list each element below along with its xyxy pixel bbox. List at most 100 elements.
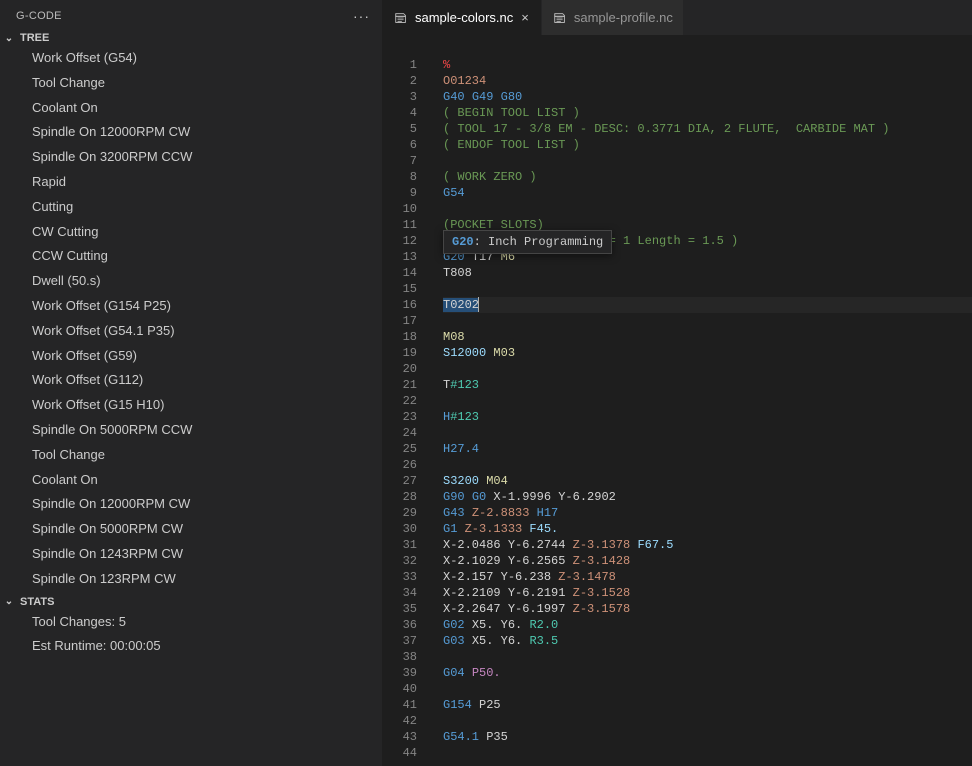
code-line[interactable]: G154 P25 [443, 697, 972, 713]
code-line[interactable] [443, 745, 972, 761]
code-line[interactable]: G03 X5. Y6. R3.5 [443, 633, 972, 649]
code-line[interactable] [443, 201, 972, 217]
code-line[interactable] [443, 649, 972, 665]
code-line[interactable]: S3200 M04 [443, 473, 972, 489]
code-line[interactable]: S12000 M03 [443, 345, 972, 361]
code-line[interactable]: G90 G0 X-1.9996 Y-6.2902 [443, 489, 972, 505]
tree-item[interactable]: Spindle On 12000RPM CW [0, 492, 382, 517]
code-line[interactable] [443, 425, 972, 441]
code-line[interactable]: G54.1 P35 [443, 729, 972, 745]
line-number: 30 [383, 521, 431, 537]
tree-item[interactable]: Spindle On 1243RPM CW [0, 542, 382, 567]
tree-item[interactable]: CW Cutting [0, 220, 382, 245]
line-number: 19 [383, 345, 431, 361]
code-line[interactable]: G20: Inch Programming( T808 5 EM : Diame… [443, 233, 972, 249]
code-line[interactable] [443, 281, 972, 297]
tree-item[interactable]: Spindle On 12000RPM CW [0, 120, 382, 145]
stat-item[interactable]: Est Runtime: 00:00:05 [0, 634, 382, 659]
stats-section-header[interactable]: ⌄ STATS [0, 594, 382, 610]
code-line[interactable]: ( TOOL 17 - 3/8 EM - DESC: 0.3771 DIA, 2… [443, 121, 972, 137]
code-line[interactable] [443, 393, 972, 409]
line-number: 15 [383, 281, 431, 297]
tree-items: Work Offset (G54)Tool ChangeCoolant OnSp… [0, 46, 382, 594]
code-line[interactable]: O01234 [443, 73, 972, 89]
tree-item[interactable]: Coolant On [0, 96, 382, 121]
tree-item[interactable]: Spindle On 5000RPM CW [0, 517, 382, 542]
code-line[interactable]: ( ENDOF TOOL LIST ) [443, 137, 972, 153]
code[interactable]: %O01234G40 G49 G80( BEGIN TOOL LIST )( T… [431, 57, 972, 766]
code-line[interactable]: H27.4 [443, 441, 972, 457]
line-number: 14 [383, 265, 431, 281]
tree-item[interactable]: Dwell (50.s) [0, 269, 382, 294]
code-line[interactable]: G54 [443, 185, 972, 201]
code-line[interactable]: ( BEGIN TOOL LIST ) [443, 105, 972, 121]
line-number: 7 [383, 153, 431, 169]
more-actions-icon[interactable]: ··· [353, 8, 370, 24]
line-number: 34 [383, 585, 431, 601]
code-line[interactable]: G1 Z-3.1333 F45. [443, 521, 972, 537]
tab[interactable]: sample-profile.nc [542, 0, 684, 35]
line-number: 4 [383, 105, 431, 121]
file-icon [393, 10, 409, 26]
code-container[interactable]: 1234567891011121314151617181920212223242… [383, 57, 972, 766]
code-line[interactable]: X-2.2647 Y-6.1997 Z-3.1578 [443, 601, 972, 617]
code-line[interactable] [443, 153, 972, 169]
code-line[interactable]: ( WORK ZERO ) [443, 169, 972, 185]
code-line[interactable]: M08 [443, 329, 972, 345]
code-line[interactable]: X-2.2109 Y-6.2191 Z-3.1528 [443, 585, 972, 601]
code-line[interactable]: X-2.0486 Y-6.2744 Z-3.1378 F67.5 [443, 537, 972, 553]
tabs: sample-colors.nc × sample-profile.nc [383, 0, 972, 35]
line-number: 8 [383, 169, 431, 185]
code-line[interactable]: G02 X5. Y6. R2.0 [443, 617, 972, 633]
sidebar-title: G-CODE [16, 10, 62, 22]
tree-item[interactable]: Coolant On [0, 468, 382, 493]
close-icon[interactable]: × [519, 10, 531, 25]
code-line[interactable] [443, 313, 972, 329]
code-line[interactable] [443, 457, 972, 473]
code-line[interactable]: T808 [443, 265, 972, 281]
line-number: 3 [383, 89, 431, 105]
line-number: 21 [383, 377, 431, 393]
tree-item[interactable]: Work Offset (G15 H10) [0, 393, 382, 418]
code-line[interactable]: G43 Z-2.8833 H17 [443, 505, 972, 521]
tree-item[interactable]: Work Offset (G54.1 P35) [0, 319, 382, 344]
tab-label: sample-colors.nc [415, 10, 513, 25]
code-line[interactable]: T0202 [443, 297, 972, 313]
line-number: 35 [383, 601, 431, 617]
tree-section-header[interactable]: ⌄ TREE [0, 30, 382, 46]
tree-item[interactable]: CCW Cutting [0, 244, 382, 269]
code-line[interactable] [443, 361, 972, 377]
tree-item[interactable]: Work Offset (G59) [0, 344, 382, 369]
code-line[interactable]: H#123 [443, 409, 972, 425]
line-number: 10 [383, 201, 431, 217]
tree-item[interactable]: Work Offset (G154 P25) [0, 294, 382, 319]
tree-item[interactable]: Work Offset (G54) [0, 46, 382, 71]
tab-label: sample-profile.nc [574, 10, 673, 25]
tree-item[interactable]: Spindle On 3200RPM CCW [0, 145, 382, 170]
line-number: 20 [383, 361, 431, 377]
code-line[interactable]: X-2.1029 Y-6.2565 Z-3.1428 [443, 553, 972, 569]
tree-item[interactable]: Cutting [0, 195, 382, 220]
tree-item[interactable]: Spindle On 123RPM CW [0, 567, 382, 592]
editor-area: sample-colors.nc×sample-profile.nc 12345… [383, 0, 972, 766]
code-line[interactable]: G40 G49 G80 [443, 89, 972, 105]
tree-item[interactable]: Work Offset (G112) [0, 368, 382, 393]
breadcrumbs[interactable] [383, 35, 972, 57]
line-number: 1 [383, 57, 431, 73]
code-line[interactable]: T#123 [443, 377, 972, 393]
code-line[interactable]: G04 P50. [443, 665, 972, 681]
tree-item[interactable]: Tool Change [0, 443, 382, 468]
line-number: 28 [383, 489, 431, 505]
chevron-down-icon: ⌄ [2, 596, 16, 607]
code-line[interactable]: X-2.157 Y-6.238 Z-3.1478 [443, 569, 972, 585]
line-number: 33 [383, 569, 431, 585]
tree-item[interactable]: Tool Change [0, 71, 382, 96]
tab-active[interactable]: sample-colors.nc × [383, 0, 542, 35]
stat-item[interactable]: Tool Changes: 5 [0, 610, 382, 635]
tree-item[interactable]: Rapid [0, 170, 382, 195]
line-number: 37 [383, 633, 431, 649]
code-line[interactable] [443, 713, 972, 729]
code-line[interactable]: % [443, 57, 972, 73]
code-line[interactable] [443, 681, 972, 697]
tree-item[interactable]: Spindle On 5000RPM CCW [0, 418, 382, 443]
